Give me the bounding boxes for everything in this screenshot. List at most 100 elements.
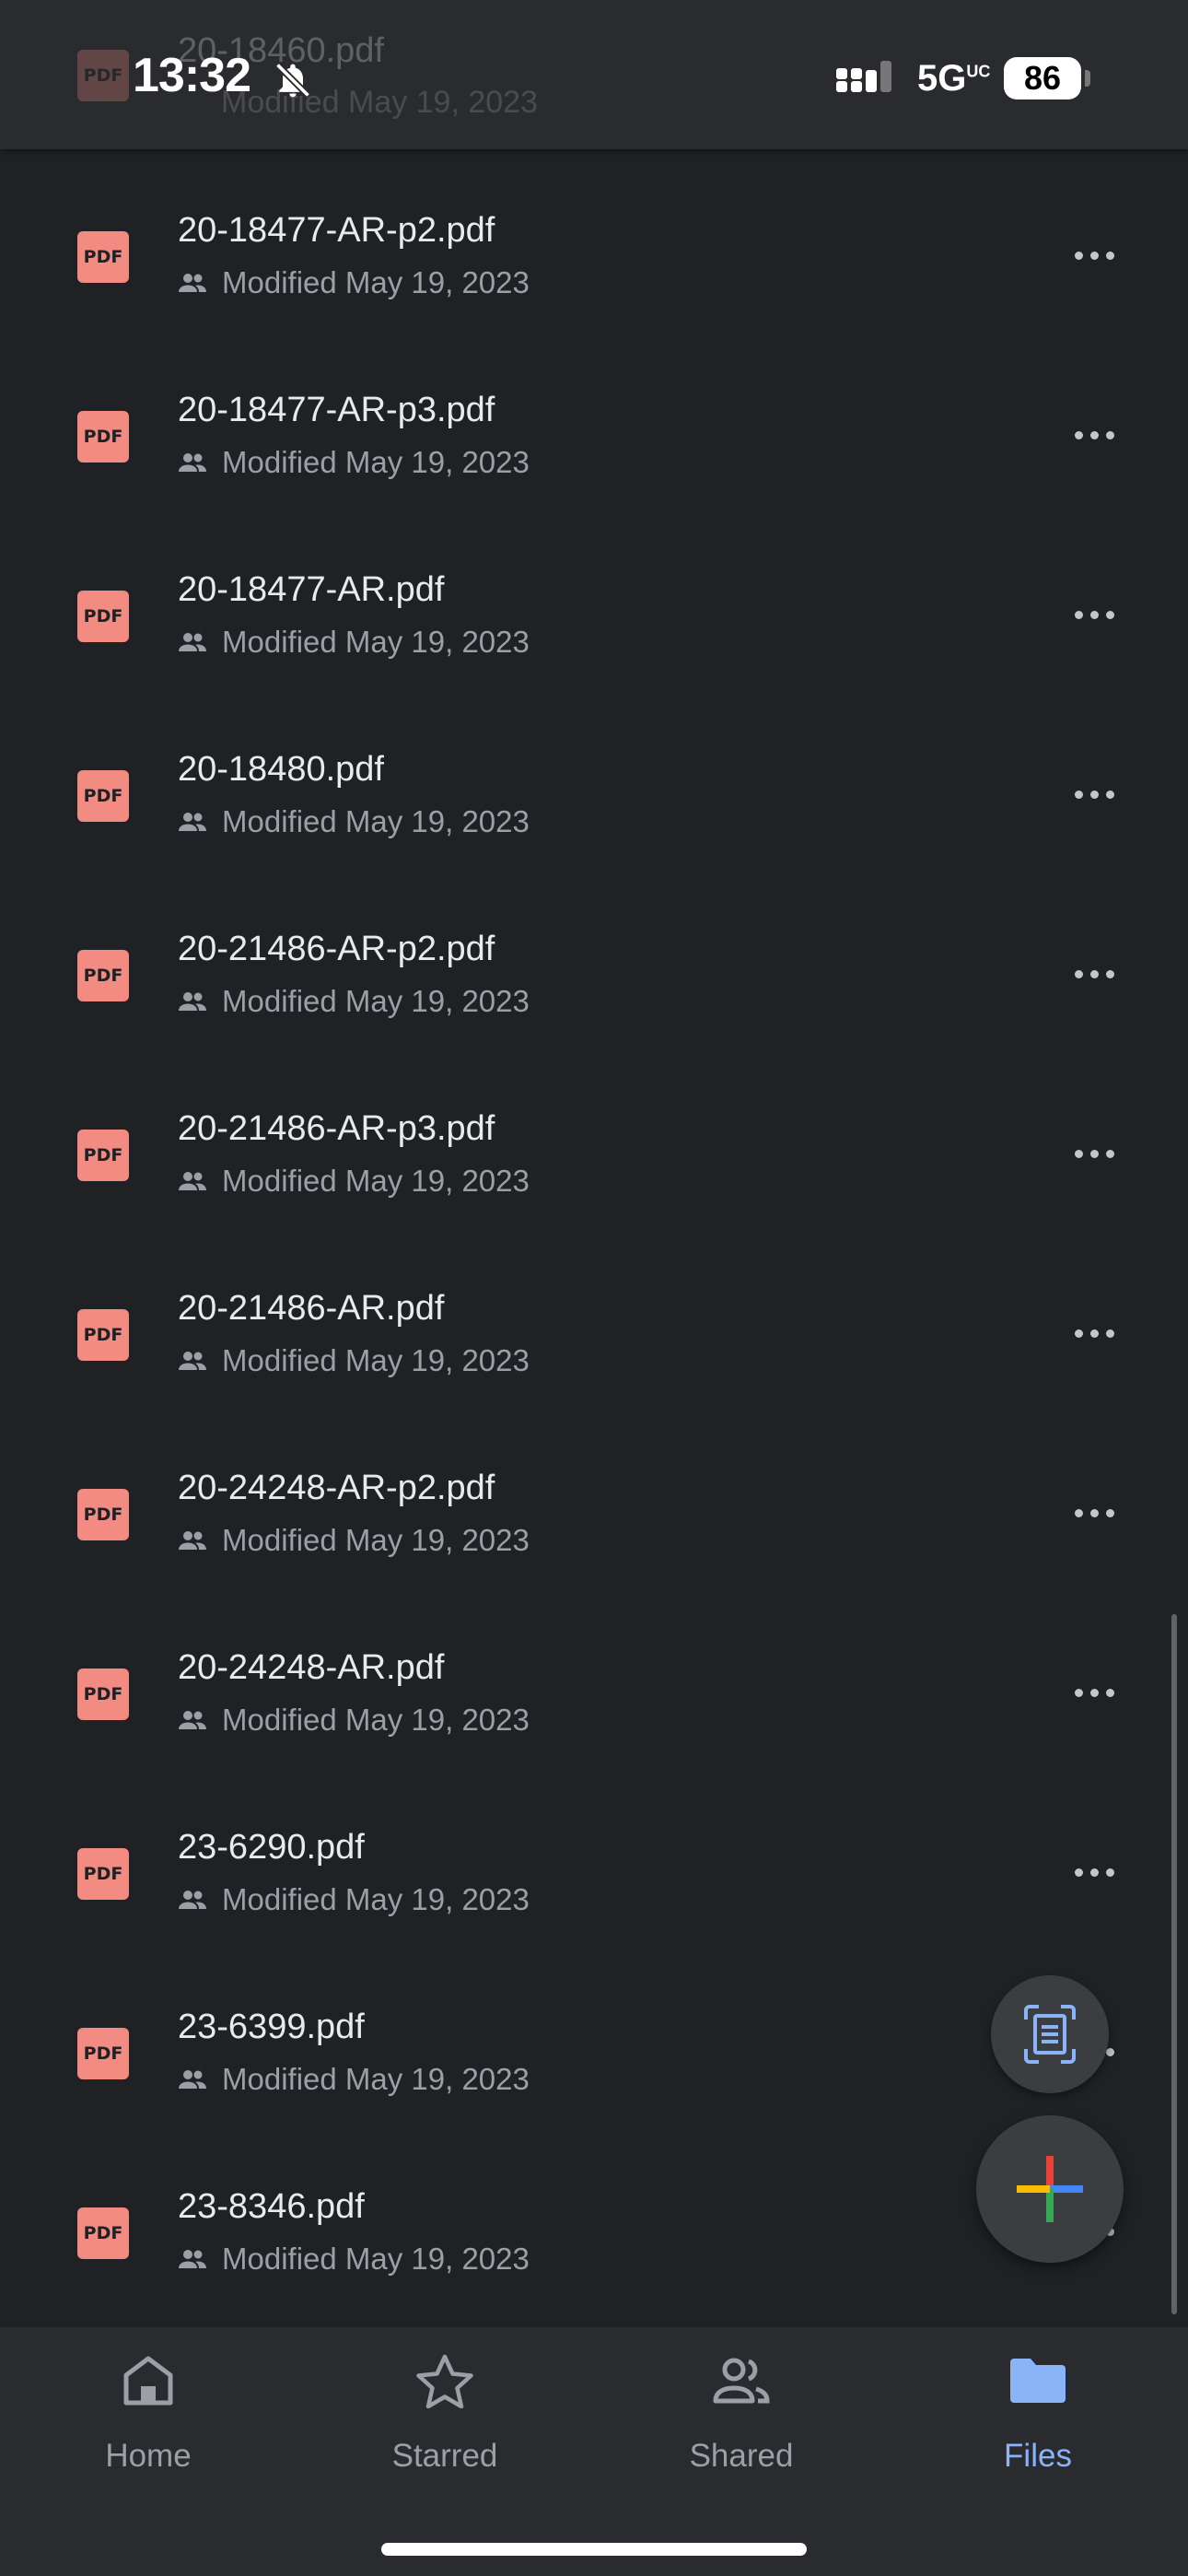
file-modified-text: Modified May 19, 2023 (222, 625, 530, 659)
home-indicator[interactable] (381, 2543, 807, 2556)
pdf-file-icon: PDF (77, 770, 129, 822)
scrollbar[interactable] (1171, 1614, 1177, 2314)
people-icon (179, 633, 206, 651)
file-name: 20-24248-AR-p2.pdf (178, 1469, 495, 1507)
pdf-file-icon: PDF (77, 50, 129, 101)
nav-shared[interactable]: Shared (593, 2327, 890, 2530)
signal-icon (836, 61, 891, 92)
file-modified: Modified May 19, 2023 (178, 2062, 530, 2097)
nav-files[interactable]: Files (890, 2327, 1186, 2530)
people-icon (179, 2250, 206, 2268)
file-list: PDF 20-18477-AR-p2.pdf Modified May 19, … (0, 149, 1188, 2305)
file-modified-text: Modified May 19, 2023 (222, 445, 530, 479)
file-row[interactable]: PDF 20-18477-AR-p2.pdf Modified May 19, … (0, 149, 1188, 329)
star-icon (416, 2354, 473, 2408)
file-modified-text: Modified May 19, 2023 (222, 265, 530, 299)
more-horiz-icon[interactable] (1059, 1315, 1129, 1352)
file-modified: Modified May 19, 2023 (178, 265, 530, 300)
people-icon (179, 2070, 206, 2089)
more-horiz-icon[interactable] (1059, 237, 1129, 274)
document-scan-icon (1024, 2005, 1076, 2064)
nav-starred[interactable]: Starred (297, 2327, 593, 2530)
more-horiz-icon[interactable] (1059, 416, 1129, 453)
pdf-file-icon: PDF (77, 1489, 129, 1540)
file-row[interactable]: PDF 20-21486-AR-p3.pdf Modified May 19, … (0, 1048, 1188, 1227)
file-modified-text: Modified May 19, 2023 (222, 1882, 530, 1916)
nav-shared-label: Shared (689, 2438, 794, 2474)
people-icon (179, 1531, 206, 1550)
pdf-file-icon: PDF (77, 591, 129, 642)
new-button[interactable] (976, 2115, 1124, 2263)
file-modified: Modified May 19, 2023 (178, 2242, 530, 2277)
status-time: 13:32 (133, 49, 251, 102)
file-name: 20-18480.pdf (178, 750, 384, 789)
file-row[interactable]: PDF 20-18480.pdf Modified May 19, 2023 (0, 688, 1188, 868)
more-horiz-icon[interactable] (1059, 1494, 1129, 1531)
pdf-file-icon: PDF (77, 411, 129, 463)
file-row[interactable]: PDF 20-24248-AR-p2.pdf Modified May 19, … (0, 1407, 1188, 1587)
file-name: 20-18477-AR-p2.pdf (178, 211, 495, 250)
file-modified: Modified May 19, 2023 (178, 1343, 530, 1378)
file-modified-text: Modified May 19, 2023 (222, 1164, 530, 1198)
file-modified: Modified May 19, 2023 (178, 1523, 530, 1558)
file-name: 20-18477-AR-p3.pdf (178, 391, 495, 429)
folder-icon (1010, 2359, 1066, 2403)
people-icon (179, 1352, 206, 1370)
nav-files-label: Files (1004, 2438, 1072, 2474)
pdf-file-icon: PDF (77, 2028, 129, 2079)
file-row[interactable]: PDF 20-24248-AR.pdf Modified May 19, 202… (0, 1587, 1188, 1766)
pdf-file-icon: PDF (77, 231, 129, 283)
file-modified-text: Modified May 19, 2023 (222, 1343, 530, 1377)
nav-home[interactable]: Home (0, 2327, 297, 2530)
file-name: 20-21486-AR.pdf (178, 1289, 445, 1328)
people-icon (179, 813, 206, 831)
file-modified: Modified May 19, 2023 (178, 1882, 530, 1917)
pdf-file-icon: PDF (77, 1669, 129, 1720)
file-modified: Modified May 19, 2023 (178, 445, 530, 480)
file-name: 20-18477-AR.pdf (178, 570, 445, 609)
file-row[interactable]: PDF 20-21486-AR.pdf Modified May 19, 202… (0, 1227, 1188, 1407)
file-modified-text: Modified May 19, 2023 (222, 984, 530, 1018)
more-horiz-icon[interactable] (1059, 776, 1129, 813)
pdf-file-icon: PDF (77, 1848, 129, 1900)
file-row[interactable]: PDF 20-18477-AR-p3.pdf Modified May 19, … (0, 329, 1188, 509)
file-modified-text: Modified May 19, 2023 (222, 804, 530, 838)
network-indicator: 5GUC (917, 58, 991, 99)
file-modified-text: Modified May 19, 2023 (222, 1703, 530, 1737)
people-icon (179, 1711, 206, 1729)
pdf-file-icon: PDF (77, 1130, 129, 1181)
battery-indicator: 86 (1004, 57, 1081, 100)
more-horiz-icon[interactable] (1059, 596, 1129, 633)
file-modified: Modified May 19, 2023 (178, 804, 530, 839)
people-icon (179, 453, 206, 472)
file-modified: Modified May 19, 2023 (178, 1164, 530, 1199)
scan-button[interactable] (991, 1975, 1109, 2093)
people-icon (713, 2358, 770, 2404)
more-horiz-icon[interactable] (1059, 1854, 1129, 1891)
file-row[interactable]: PDF 23-6290.pdf Modified May 19, 2023 (0, 1766, 1188, 1946)
bell-off-icon (274, 62, 311, 99)
file-modified: Modified May 19, 2023 (178, 1703, 530, 1738)
pdf-file-icon: PDF (77, 1309, 129, 1361)
file-row[interactable]: PDF 20-18477-AR.pdf Modified May 19, 202… (0, 509, 1188, 688)
file-modified: Modified May 19, 2023 (178, 625, 530, 660)
file-row[interactable]: PDF 20-21486-AR-p2.pdf Modified May 19, … (0, 868, 1188, 1048)
people-icon (179, 992, 206, 1011)
file-modified-text: Modified May 19, 2023 (222, 2062, 530, 2096)
more-horiz-icon[interactable] (1059, 1674, 1129, 1711)
file-modified-text: Modified May 19, 2023 (222, 2242, 530, 2276)
file-modified: Modified May 19, 2023 (178, 984, 530, 1019)
file-modified-text: Modified May 19, 2023 (222, 1523, 530, 1557)
more-horiz-icon[interactable] (1059, 1135, 1129, 1172)
pdf-file-icon: PDF (77, 2207, 129, 2259)
file-modified: Modified May 19, 2023 (221, 85, 538, 120)
file-name: 20-21486-AR-p2.pdf (178, 930, 495, 968)
status-bar: PDF 20-18460.pdf Modified May 19, 2023 1… (0, 0, 1188, 149)
file-name: 20-21486-AR-p3.pdf (178, 1109, 495, 1148)
pdf-file-icon: PDF (77, 950, 129, 1001)
battery-tip (1085, 70, 1090, 87)
bottom-navigation: Home Starred Shared Files (0, 2327, 1188, 2576)
file-name: 23-6399.pdf (178, 2008, 365, 2046)
more-horiz-icon[interactable] (1059, 955, 1129, 992)
file-name: 23-6290.pdf (178, 1828, 365, 1867)
